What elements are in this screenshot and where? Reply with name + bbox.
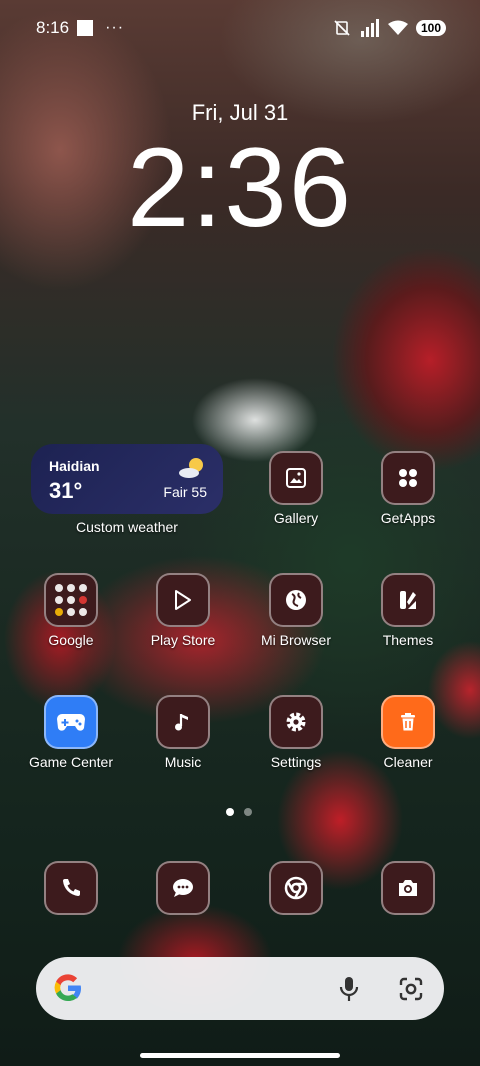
app-playstore[interactable]: Play Store [127, 573, 239, 648]
themes-icon [381, 573, 435, 627]
status-bar-right: 100 [332, 18, 446, 38]
app-label: Mi Browser [260, 632, 331, 648]
google-lens-icon[interactable] [398, 976, 424, 1002]
weather-widget[interactable]: Haidian 31° Fair 55 [31, 444, 223, 514]
google-logo-icon [54, 974, 81, 1002]
google-folder-icon [44, 573, 98, 627]
app-label: Music [164, 754, 202, 770]
more-notifications-icon: ··· [105, 19, 125, 36]
app-music[interactable]: Music [127, 695, 239, 770]
lockscreen-date: Fri, Jul 31 [191, 100, 289, 125]
page-dot [244, 808, 252, 816]
google-search-bar[interactable] [36, 957, 444, 1020]
app-label: Gallery [273, 510, 319, 526]
app-label: Play Store [150, 632, 216, 648]
app-themes[interactable]: Themes [352, 573, 464, 648]
app-gamecenter[interactable]: Game Center [15, 695, 127, 770]
app-label: Cleaner [383, 754, 433, 770]
app-mibrowser[interactable]: Mi Browser [240, 573, 352, 648]
weather-temperature: 31° [49, 478, 83, 503]
app-gallery[interactable]: Gallery [240, 451, 352, 526]
trash-can-icon [381, 695, 435, 749]
dock-messages[interactable] [127, 861, 239, 915]
app-label: Themes [382, 632, 434, 648]
music-note-icon [156, 695, 210, 749]
page-indicator [226, 808, 252, 816]
app-google-folder[interactable]: Google [15, 573, 127, 648]
gallery-icon [269, 451, 323, 505]
dock-chrome[interactable] [240, 861, 352, 915]
partly-cloudy-icon [179, 458, 203, 478]
app-label: Settings [270, 754, 322, 770]
wifi-icon [387, 20, 408, 35]
status-time: 8:16 [36, 18, 70, 37]
app-label: Game Center [28, 754, 114, 770]
dock-camera[interactable] [352, 861, 464, 915]
app-settings[interactable]: Settings [240, 695, 352, 770]
globe-icon [269, 573, 323, 627]
game-controller-icon [44, 695, 98, 749]
app-getapps[interactable]: GetApps [352, 451, 464, 526]
battery-indicator: 100 [415, 20, 446, 36]
notification-square-icon [77, 20, 94, 36]
getapps-icon [381, 451, 435, 505]
weather-widget-label: Custom weather [76, 519, 178, 535]
dock-phone[interactable] [15, 861, 127, 915]
mute-vibrate-icon [334, 20, 350, 36]
status-bar-left: 8:16 ··· [36, 18, 124, 38]
play-store-icon [156, 573, 210, 627]
camera-icon [381, 861, 435, 915]
app-label: Google [48, 632, 94, 648]
chrome-icon [269, 861, 323, 915]
microphone-icon[interactable] [338, 975, 360, 1003]
phone-icon [44, 861, 98, 915]
weather-condition: Fair 55 [163, 484, 207, 500]
gesture-navigation-bar[interactable] [140, 1053, 340, 1058]
lockscreen-clock: 2:36 [127, 125, 353, 250]
gear-icon [269, 695, 323, 749]
app-label: GetApps [380, 510, 436, 526]
signal-icon [360, 19, 379, 37]
messages-icon [156, 861, 210, 915]
app-cleaner[interactable]: Cleaner [352, 695, 464, 770]
weather-city: Haidian [49, 458, 100, 474]
page-dot-active [226, 808, 234, 816]
